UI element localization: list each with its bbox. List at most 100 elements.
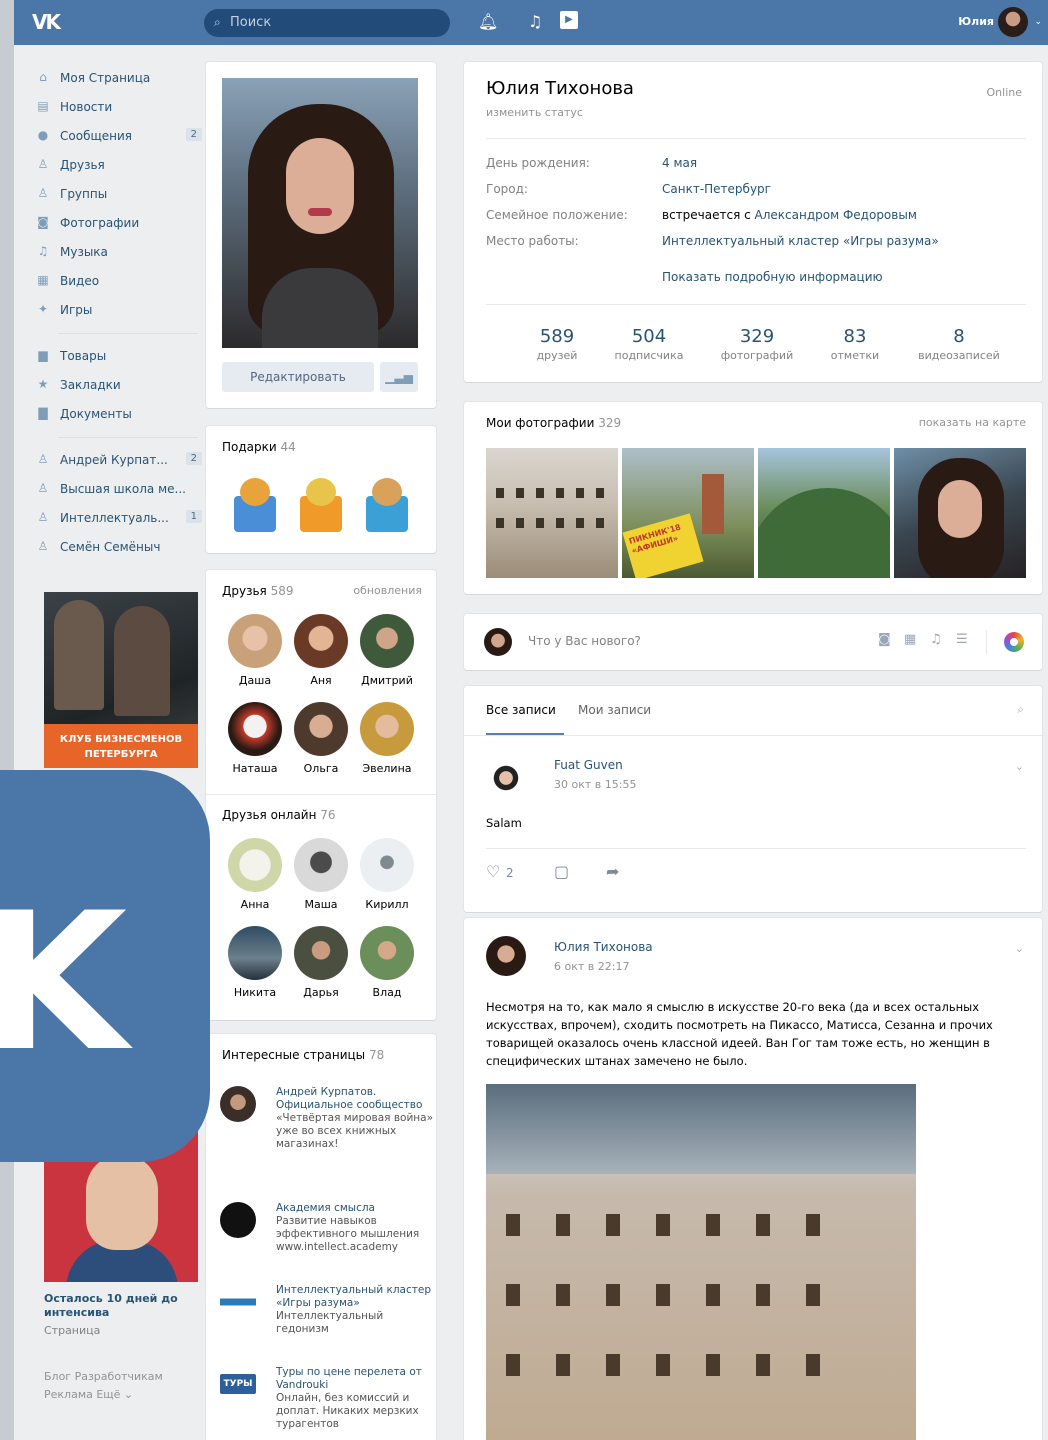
sidebar-item-documents[interactable]: ▇ Документы <box>34 400 202 429</box>
friend-item[interactable]: Дмитрий <box>352 614 422 687</box>
new-post-input[interactable]: Что у Вас нового? <box>528 634 641 648</box>
sidebar-group-school[interactable]: ♙ Высшая школа ме... <box>34 475 202 504</box>
friend-item[interactable]: Маша <box>286 838 356 911</box>
music-icon[interactable]: ♫ <box>930 632 942 647</box>
friend-item[interactable]: Аня <box>286 614 356 687</box>
post-author[interactable]: Юлия Тихонова <box>554 940 653 954</box>
tab-all-posts[interactable]: Все записи <box>486 703 556 717</box>
friends-title[interactable]: Друзья 589 <box>222 584 294 598</box>
sidebar-item-news[interactable]: ▤ Новости <box>34 93 202 122</box>
friend-item[interactable]: Эвелина <box>352 702 422 775</box>
video-icon[interactable]: ▦ <box>904 632 916 647</box>
counter-followers[interactable]: 504 подписчика <box>594 326 704 362</box>
my-photos-title[interactable]: Мои фотографии 329 <box>486 416 621 430</box>
avatar <box>294 614 348 668</box>
avatar <box>360 702 414 756</box>
sidebar-item-groups[interactable]: ♙ Группы <box>34 180 202 209</box>
post-date[interactable]: 6 окт в 22:17 <box>554 960 629 973</box>
friend-item[interactable]: Дарья <box>286 926 356 999</box>
new-post-card[interactable]: Что у Вас нового? ◙ ▦ ♫ ☰ <box>464 614 1042 670</box>
friend-item[interactable]: Никита <box>220 926 290 999</box>
chevron-down-icon[interactable]: ⌄ <box>1015 760 1024 773</box>
profile-photo-card: Редактировать ▁▃▅ <box>206 62 436 408</box>
camera-icon[interactable]: ◙ <box>878 632 891 647</box>
show-on-map-link[interactable]: показать на карте <box>919 416 1026 429</box>
avatar <box>360 838 414 892</box>
top-bar: VK ⌕ Поиск 🔔︎ ♫ ▶ Юлия ⌄ <box>14 0 1048 45</box>
color-ring-icon[interactable] <box>1004 632 1024 652</box>
photo-thumbnail[interactable]: ПИКНИК'18 «АФИШИ» <box>622 448 754 578</box>
show-details-link[interactable]: Показать подробную информацию <box>662 270 883 284</box>
profile-photo[interactable] <box>222 78 418 348</box>
post-date[interactable]: 30 окт в 15:55 <box>554 778 636 791</box>
search-input[interactable]: ⌕ Поиск <box>204 9 450 37</box>
divider <box>486 138 1026 139</box>
edit-profile-button[interactable]: Редактировать <box>222 362 374 392</box>
avatar[interactable] <box>486 756 526 796</box>
article-icon[interactable]: ☰ <box>956 632 968 647</box>
photo-thumbnail[interactable] <box>758 448 890 578</box>
avatar[interactable] <box>486 936 526 976</box>
chevron-down-icon[interactable]: ⌄ <box>1015 942 1024 955</box>
gifts-title[interactable]: Подарки 44 <box>222 440 296 454</box>
photo-thumbnail[interactable] <box>486 448 618 578</box>
profile-counters: 589 друзей 504 подписчика 329 фотографий 83… <box>464 326 1042 376</box>
avatar <box>228 614 282 668</box>
sidebar-group-semen[interactable]: ♙ Семён Семёныч <box>34 533 202 562</box>
top-user-name[interactable]: Юлия <box>958 15 994 28</box>
sidebar-item-goods[interactable]: ▆ Товары <box>34 342 202 371</box>
sidebar-item-photos[interactable]: ◙ Фотографии <box>34 209 202 238</box>
tab-my-posts[interactable]: Мои записи <box>578 703 651 717</box>
friend-item[interactable]: Даша <box>220 614 290 687</box>
like-icon[interactable]: ♡ <box>486 862 500 881</box>
friend-item[interactable]: Ольга <box>286 702 356 775</box>
post-author[interactable]: Fuat Guven <box>554 758 623 772</box>
chevron-down-icon[interactable]: ⌄ <box>1034 17 1042 27</box>
friend-item[interactable]: Влад <box>352 926 422 999</box>
play-icon[interactable]: ▶ <box>560 11 578 29</box>
music-icon[interactable]: ♫ <box>528 12 542 31</box>
my-photos-card: Мои фотографии 329 показать на карте ПИК… <box>464 402 1042 594</box>
search-icon[interactable]: ⌕ <box>1017 702 1024 717</box>
counter-photos[interactable]: 329 фотографий <box>702 326 812 362</box>
online-friends-title[interactable]: Друзья онлайн 76 <box>222 808 336 822</box>
photo-thumbnail[interactable] <box>894 448 1026 578</box>
ad-title[interactable]: Осталось 10 дней до интенсива <box>44 1292 204 1320</box>
footer-line-2[interactable]: Реклама Ещё ⌄ <box>44 1386 204 1404</box>
change-status-link[interactable]: изменить статус <box>486 106 583 119</box>
friend-item[interactable]: Наташа <box>220 702 290 775</box>
gift-item[interactable] <box>292 474 350 536</box>
group-icon: ♙ <box>37 481 49 495</box>
interesting-pages-title[interactable]: Интересные страницы 78 <box>222 1048 384 1062</box>
sidebar-item-messages[interactable]: ● Сообщения 2 <box>34 122 202 151</box>
sidebar-item-video[interactable]: ▦ Видео <box>34 267 202 296</box>
sidebar-item-bookmarks[interactable]: ★ Закладки <box>34 371 202 400</box>
friend-item[interactable]: Анна <box>220 838 290 911</box>
friends-updates-link[interactable]: обновления <box>353 584 422 597</box>
top-user-avatar[interactable] <box>998 7 1028 37</box>
counter-videos[interactable]: 8 видеозаписей <box>904 326 1014 362</box>
gift-item[interactable] <box>358 474 416 536</box>
comment-icon[interactable]: ▢ <box>554 862 569 881</box>
vk-logo-overlay: K <box>0 770 210 1162</box>
ad-banner-text: КЛУБ БИЗНЕСМЕНОВ ПЕТЕРБУРГА <box>44 724 198 768</box>
video-icon: ▦ <box>37 273 49 287</box>
share-icon[interactable]: ➦ <box>606 862 619 881</box>
gift-item[interactable] <box>226 474 284 536</box>
sidebar-group-intellect[interactable]: ♙ Интеллектуаль... 1 <box>34 504 202 533</box>
messages-badge: 2 <box>185 128 202 141</box>
counter-tags[interactable]: 83 отметки <box>800 326 910 362</box>
sidebar-item-games[interactable]: ✦ Игры <box>34 296 202 325</box>
post-image[interactable] <box>486 1084 916 1440</box>
ad-banner-business-club[interactable]: КЛУБ БИЗНЕСМЕНОВ ПЕТЕРБУРГА <box>44 592 198 768</box>
sidebar-item-my-page[interactable]: ⌂ Моя Страница <box>34 64 202 93</box>
sidebar-item-music[interactable]: ♫ Музыка <box>34 238 202 267</box>
nav-divider <box>58 437 198 438</box>
bell-icon[interactable]: 🔔︎ <box>478 12 498 31</box>
sidebar-item-friends[interactable]: ♙ Друзья <box>34 151 202 180</box>
stats-icon[interactable]: ▁▃▅ <box>380 362 418 392</box>
sidebar-group-kurpatov[interactable]: ♙ Андрей Курпат... 2 <box>34 446 202 475</box>
vk-logo[interactable]: VK <box>32 10 61 34</box>
friend-item[interactable]: Кирилл <box>352 838 422 911</box>
footer-line-1[interactable]: Блог Разработчикам <box>44 1368 204 1386</box>
